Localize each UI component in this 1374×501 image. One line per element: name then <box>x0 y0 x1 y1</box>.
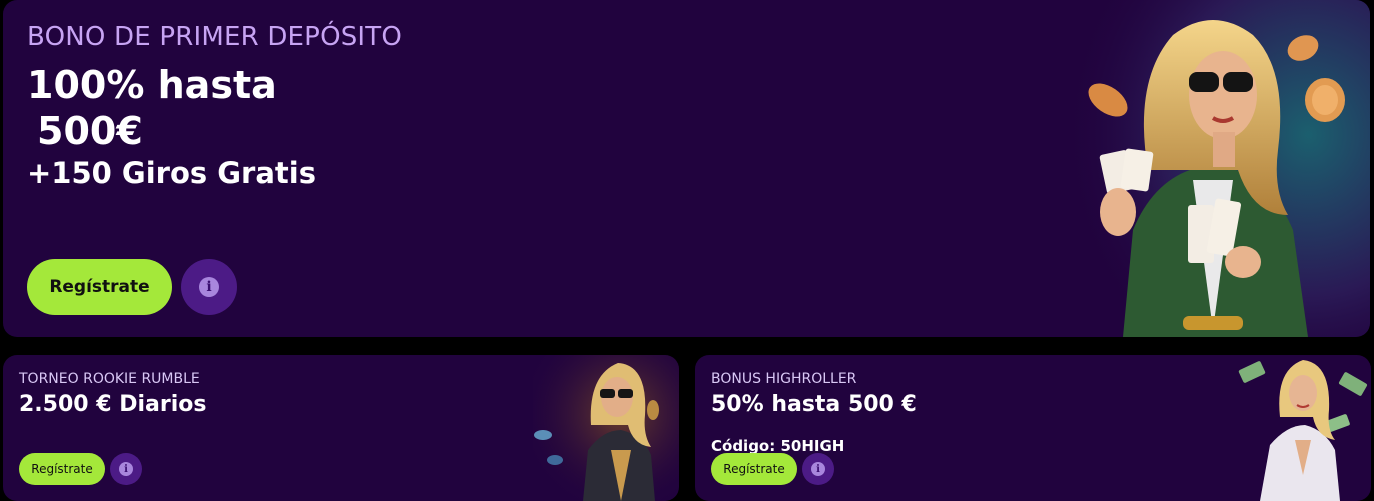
rookie-rumble-tournament-card: TORNEO ROOKIE RUMBLE 2.500 € Diarios Reg… <box>3 355 679 501</box>
bonus-eyebrow: BONO DE PRIMER DEPÓSITO <box>27 22 403 52</box>
register-button[interactable]: Regístrate <box>711 453 797 485</box>
bonus-free-spins: +150 Giros Gratis <box>27 156 316 190</box>
hero-character-illustration <box>1063 0 1370 337</box>
card-title: 50% hasta 500 € <box>711 392 917 417</box>
card-eyebrow: TORNEO ROOKIE RUMBLE <box>19 371 200 387</box>
info-icon: i <box>199 277 219 297</box>
info-icon: i <box>811 462 825 476</box>
info-icon: i <box>119 462 133 476</box>
info-button[interactable]: i <box>802 453 834 485</box>
card-eyebrow: BONUS HIGHROLLER <box>711 371 857 387</box>
highroller-bonus-card: BONUS HIGHROLLER 50% hasta 500 € Código:… <box>695 355 1371 501</box>
card-title: 2.500 € Diarios <box>19 392 207 417</box>
register-button[interactable]: Regístrate <box>19 453 105 485</box>
info-button[interactable]: i <box>110 453 142 485</box>
bonus-headline-percent: 100% hasta <box>27 63 277 107</box>
bonus-headline-amount: 500€ <box>37 109 143 153</box>
highroller-character-illustration <box>1238 360 1368 501</box>
register-button[interactable]: Regístrate <box>27 259 172 315</box>
first-deposit-bonus-banner: BONO DE PRIMER DEPÓSITO 100% hasta 500€ … <box>3 0 1370 337</box>
rookie-character-illustration <box>533 355 679 501</box>
info-button[interactable]: i <box>181 259 237 315</box>
